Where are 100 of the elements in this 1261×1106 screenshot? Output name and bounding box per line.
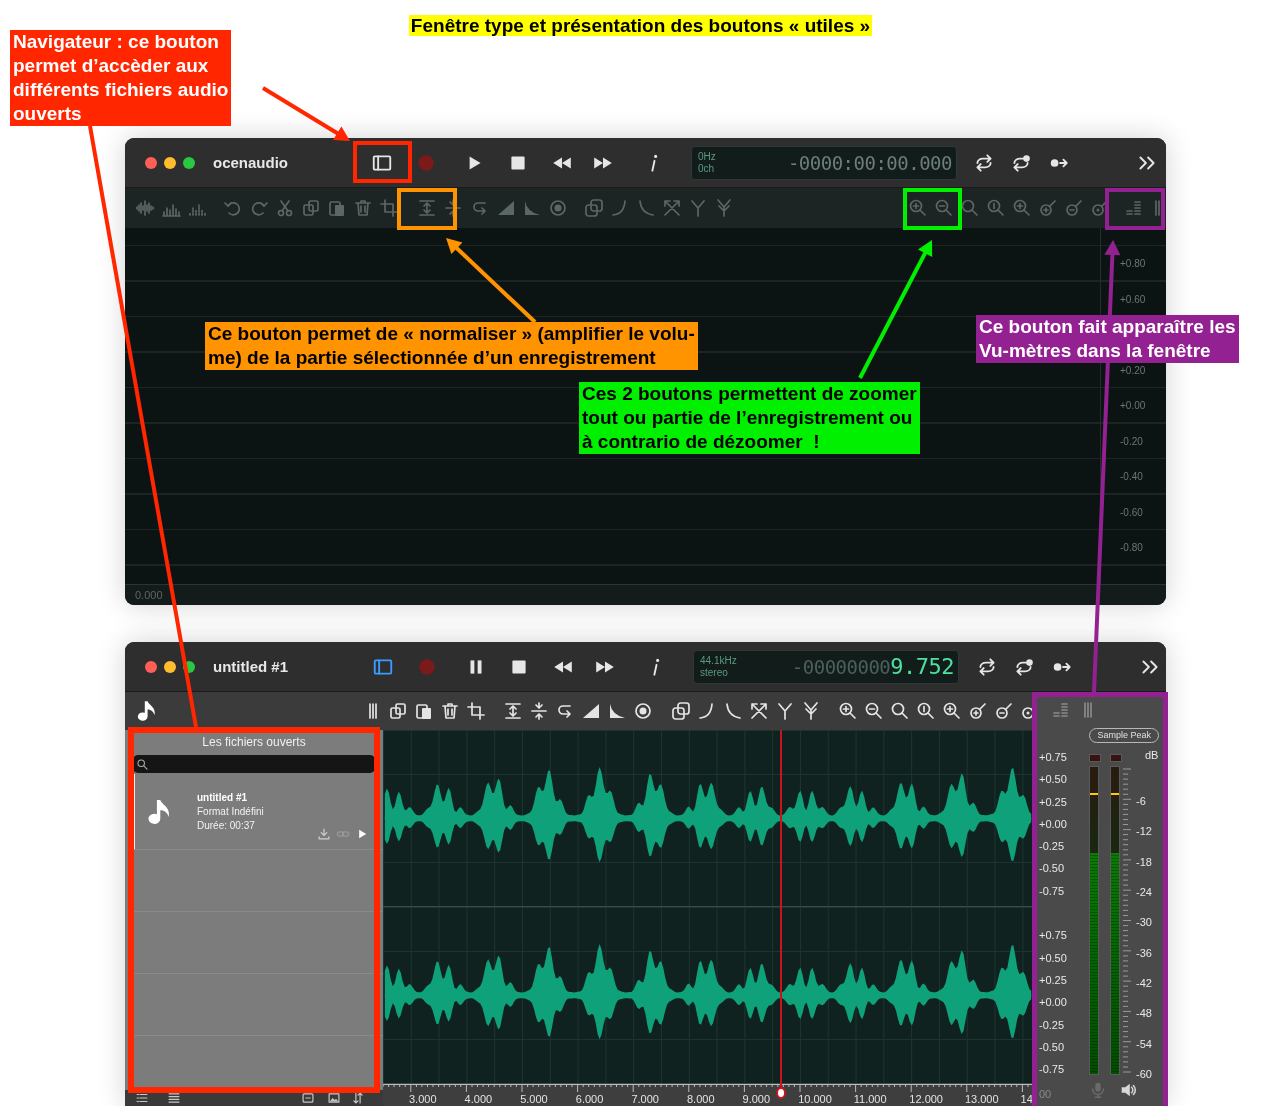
ruler-label: 7.000: [631, 1093, 660, 1105]
highlight-frame: [353, 141, 412, 183]
window-title: ocenaudio: [213, 154, 289, 171]
loop-icon[interactable]: [973, 151, 995, 174]
highlight-frame: [1105, 188, 1165, 230]
axis-label: +0.60: [1119, 292, 1147, 307]
list-icon[interactable]: [135, 1091, 149, 1105]
fork-arrows-icon[interactable]: [801, 701, 821, 721]
axis-label: -54: [1136, 1036, 1152, 1052]
knob-minus-icon[interactable]: [994, 701, 1014, 721]
axis-label: -60: [1136, 1066, 1152, 1082]
unit-label: dB: [1144, 748, 1160, 763]
zoom-in-icon[interactable]: [838, 701, 858, 721]
axis-label: -42: [1136, 975, 1152, 991]
disc-icon[interactable]: [633, 701, 653, 721]
speaker-icon[interactable]: [1119, 1081, 1137, 1099]
axis-label: +0.20: [1119, 363, 1147, 378]
axis-label: -0.60: [1119, 505, 1144, 520]
callout-text: Ce bouton permet de « normaliser » (amplifier le volu- me) de la partie sélectionnée d’un enregistrement: [205, 322, 698, 370]
image-icon[interactable]: [327, 1091, 341, 1105]
display-info-text: stereo: [700, 666, 729, 679]
display-info-text: 0Hz: [698, 150, 716, 163]
knob-plus-icon[interactable]: [968, 701, 988, 721]
compress-icon[interactable]: [443, 198, 463, 218]
clip-indicator: [1110, 754, 1122, 762]
close-button[interactable]: [145, 660, 157, 673]
minus-box-icon[interactable]: [301, 1091, 315, 1105]
axis-label: +0.75: [1039, 928, 1068, 944]
axis-label: -36: [1136, 945, 1152, 961]
loop-icon[interactable]: [976, 655, 998, 678]
search-icon[interactable]: [890, 701, 910, 721]
compress-icon[interactable]: [529, 701, 549, 721]
crop-icon[interactable]: [379, 198, 399, 218]
axis-label: -24: [1136, 885, 1152, 900]
axis-label: +0.50: [1039, 772, 1068, 788]
axis-label: +0.00: [1039, 995, 1068, 1011]
search-field[interactable]: [133, 755, 375, 773]
trash-icon[interactable]: [440, 701, 460, 721]
highlight-frame: [903, 188, 962, 230]
callout-text: Ces 2 boutons permettent de zoomer tout ou partie de l’enregistrement ou à contrario de dézoomer !: [579, 382, 920, 454]
ruler-label: 10.000: [798, 1093, 833, 1105]
curve-icon[interactable]: [723, 701, 743, 721]
ruler-label: 6.000: [575, 1093, 605, 1105]
ruler-label: 0.000: [135, 589, 163, 601]
ruler-label: 11.000: [853, 1093, 888, 1105]
axis-label: +0.25: [1039, 972, 1068, 988]
callout-text: Ce bouton fait apparaître les Vu-mètres dans la fenêtre: [976, 315, 1239, 363]
axis-label: -0.75: [1039, 1062, 1066, 1078]
zoom-icon[interactable]: [916, 701, 936, 721]
axis-label: -12: [1136, 824, 1152, 840]
ruler-label: 5.000: [520, 1093, 549, 1105]
search-icon[interactable]: [960, 198, 980, 218]
zoom-in-icon[interactable]: [942, 701, 962, 721]
fade-in-icon[interactable]: [581, 701, 601, 721]
fork-icon[interactable]: [775, 701, 795, 721]
crossed-arrows-icon[interactable]: [749, 701, 769, 721]
axis-label: -0.25: [1039, 839, 1066, 855]
sample-peak-button[interactable]: Sample Peak: [1089, 728, 1159, 743]
time-readout: -00000000: [791, 656, 891, 678]
paste-icon[interactable]: [414, 701, 434, 721]
highlight-frame: [397, 188, 457, 230]
ruler-label: 3.000: [409, 1093, 438, 1105]
sort-icon[interactable]: [351, 1091, 365, 1105]
zoom-out-icon[interactable]: [864, 701, 884, 721]
ruler-label: 12.000: [909, 1093, 944, 1105]
time-readout: -0000:00:00.000: [787, 151, 952, 174]
axis-label: +0.00: [1119, 399, 1147, 413]
axis-label: -0.20: [1119, 434, 1144, 449]
axis-label: -48: [1136, 1006, 1152, 1022]
axis-label: -0.75: [1039, 883, 1066, 899]
search-icon: [136, 757, 149, 771]
callout-text: Navigateur : ce bouton permet d’accèder aux différents fichiers audio ouverts: [10, 30, 232, 126]
normalize-icon[interactable]: [503, 701, 523, 721]
close-button[interactable]: [145, 156, 157, 169]
ruler-label: 9.000: [742, 1093, 772, 1105]
minimize-button[interactable]: [164, 660, 176, 673]
axis-label: +0.25: [1039, 794, 1068, 810]
ruler-label: 4.000: [464, 1093, 494, 1105]
ruler-label: 13.000: [964, 1093, 1000, 1105]
playhead[interactable]: [776, 730, 786, 1099]
axis-label: -0.25: [1039, 1017, 1066, 1033]
axis-label: +0.00: [1039, 816, 1068, 832]
axis-label: +0.80: [1119, 257, 1147, 271]
scissors-icon[interactable]: [275, 198, 295, 218]
file-duration: Durée: 00:37: [197, 820, 256, 831]
axis-label: -6: [1136, 794, 1147, 809]
minimize-button[interactable]: [164, 156, 176, 169]
file-format: Format Indéfini: [197, 806, 264, 817]
overlapping-squares-icon[interactable]: [671, 701, 691, 721]
file-name: untitled #1: [197, 792, 248, 803]
axis-label: -18: [1136, 854, 1152, 870]
copy-icon[interactable]: [388, 701, 408, 721]
clip-indicator: [1089, 754, 1101, 762]
axis-label: +0.50: [1039, 950, 1068, 966]
axis-label: -0.80: [1119, 541, 1144, 555]
axis-label: -0.40: [1119, 470, 1144, 484]
axis-label: -30: [1136, 915, 1152, 931]
ruler-label: 14: [1020, 1093, 1033, 1105]
zoom-button[interactable]: [183, 156, 195, 169]
lines-icon[interactable]: [167, 1091, 181, 1105]
